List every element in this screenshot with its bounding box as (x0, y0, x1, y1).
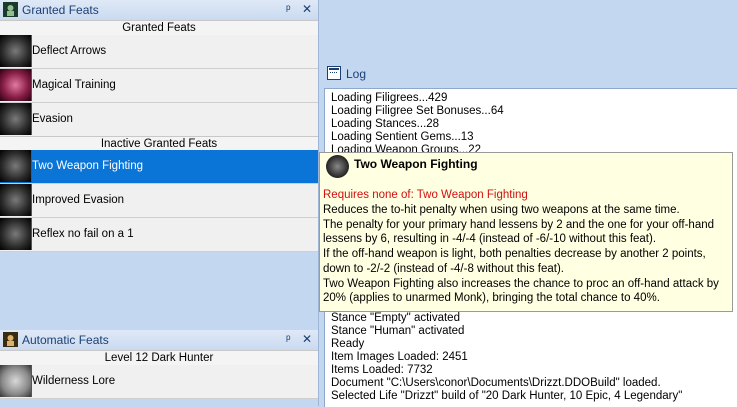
feat-row-wilderness-lore[interactable]: Wilderness Lore (0, 365, 318, 399)
log-line: Stance "Empty" activated (331, 312, 460, 324)
feat-row-two-weapon-fighting[interactable]: Two Weapon Fighting (0, 150, 318, 184)
two-weapon-fighting-icon (326, 155, 349, 178)
tooltip-description: Reduces the to-hit penalty when using tw… (323, 203, 729, 306)
pin-icon[interactable]: ᵖ (286, 2, 291, 16)
pin-icon[interactable]: ᵖ (286, 332, 291, 346)
panel-title: Automatic Feats (22, 333, 109, 347)
log-line: Document "C:\Users\conor\Documents\Drizz… (331, 377, 661, 389)
wilderness-lore-icon (0, 365, 32, 397)
two-weapon-fighting-icon (0, 150, 32, 182)
tooltip-desc-line: The penalty for your primary hand lessen… (323, 218, 715, 246)
granted-feats-titlebar: Granted Feats ᵖ ✕ (0, 0, 318, 21)
reflex-icon (0, 218, 32, 250)
panel-title: Granted Feats (22, 3, 99, 17)
log-titlebar: Log (324, 62, 737, 86)
deflect-arrows-icon (0, 35, 32, 67)
group-header-granted: Granted Feats (0, 20, 318, 36)
feat-label: Improved Evasion (32, 194, 125, 206)
tooltip-desc-line: Two Weapon Fighting also increases the c… (323, 277, 719, 305)
magical-training-icon (0, 69, 32, 101)
log-line: Item Images Loaded: 2451 (331, 351, 468, 363)
panel-icon (3, 332, 18, 347)
feat-label: Deflect Arrows (32, 45, 107, 57)
feat-row-deflect-arrows[interactable]: Deflect Arrows (0, 35, 318, 69)
evasion-icon (0, 103, 32, 135)
group-header-level: Level 12 Dark Hunter (0, 350, 318, 366)
log-line: Stance "Human" activated (331, 325, 465, 337)
feat-label: Wilderness Lore (32, 375, 116, 387)
tooltip-desc-line: If the off-hand weapon is light, both pe… (323, 248, 706, 275)
granted-feats-panel: Granted Feats ᵖ ✕ Granted Feats Deflect … (0, 0, 318, 258)
tooltip-desc-line: Reduces the to-hit penalty when using tw… (323, 204, 680, 216)
feat-row-reflex[interactable]: Reflex no fail on a 1 (0, 218, 318, 252)
log-line: Ready (331, 338, 365, 350)
automatic-feats-titlebar: Automatic Feats ᵖ ✕ (0, 330, 318, 351)
close-icon[interactable]: ✕ (302, 332, 312, 346)
log-line: Loading Filigrees...429 (331, 92, 448, 104)
log-line: Loading Filigree Set Bonuses...64 (331, 105, 504, 117)
feat-tooltip: Two Weapon Fighting Requires none of: Tw… (319, 152, 733, 312)
feat-label: Two Weapon Fighting (32, 160, 144, 172)
log-line: Selected Life "Drizzt" build of "20 Dark… (331, 390, 683, 402)
feat-row-evasion[interactable]: Evasion (0, 103, 318, 137)
tooltip-requirement: Requires none of: Two Weapon Fighting (323, 189, 528, 201)
feat-row-improved-evasion[interactable]: Improved Evasion (0, 184, 318, 218)
panel-icon (3, 2, 18, 17)
log-icon (327, 66, 341, 83)
close-icon[interactable]: ✕ (302, 2, 312, 16)
feat-row-magical-training[interactable]: Magical Training (0, 69, 318, 103)
tooltip-title: Two Weapon Fighting (354, 157, 478, 171)
log-line: Loading Stances...28 (331, 118, 440, 130)
log-line: Items Loaded: 7732 (331, 364, 433, 376)
feat-label: Evasion (32, 113, 73, 125)
improved-evasion-icon (0, 184, 32, 216)
feat-label: Magical Training (32, 79, 116, 91)
feat-label: Reflex no fail on a 1 (32, 228, 134, 240)
automatic-feats-panel: Automatic Feats ᵖ ✕ Level 12 Dark Hunter… (0, 330, 318, 406)
log-title: Log (346, 67, 367, 81)
log-line: Loading Sentient Gems...13 (331, 131, 474, 143)
